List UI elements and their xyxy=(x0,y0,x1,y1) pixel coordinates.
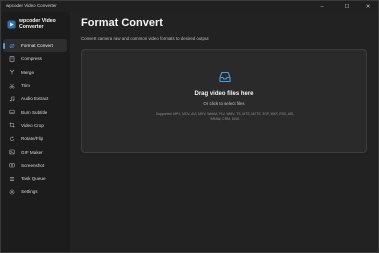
sidebar-item-label: Trim xyxy=(21,83,31,89)
file-dropzone[interactable]: Drag video files here Or click to select… xyxy=(81,49,367,153)
sidebar-item-video-crop[interactable]: Video Crop xyxy=(3,119,67,132)
format-convert-icon xyxy=(9,43,15,49)
upload-tray-icon xyxy=(219,71,231,83)
sidebar-item-label: Video Crop xyxy=(21,122,44,128)
merge-icon xyxy=(9,69,15,75)
sidebar-item-screenshot[interactable]: Screenshot xyxy=(3,159,67,172)
audio-extract-icon xyxy=(9,96,15,102)
sidebar-item-label: Merge xyxy=(21,69,35,75)
title-bar: wpcoder Video Converter – ☐ ✕ xyxy=(1,1,378,12)
sidebar-item-label: GIF Maker xyxy=(21,149,43,155)
sidebar-item-label: Format Convert xyxy=(21,43,53,49)
sidebar-item-label: Compress xyxy=(21,56,42,62)
sidebar-item-audio-extract[interactable]: Audio Extract xyxy=(3,92,67,105)
sidebar-item-label: Task Queue xyxy=(21,176,46,182)
sidebar-item-task-queue[interactable]: Task Queue xyxy=(3,172,67,185)
close-button[interactable]: ✕ xyxy=(357,1,379,12)
sidebar-item-label: Audio Extract xyxy=(21,96,49,102)
dropzone-title: Drag video files here xyxy=(194,91,254,97)
app-window: wpcoder Video Converter – ☐ ✕ wpcoder Vi… xyxy=(0,0,379,253)
sidebar: wpcoder Video Converter Format Convert C… xyxy=(1,12,70,252)
sidebar-item-burn-subtitle[interactable]: Burn Subtitle xyxy=(3,105,67,118)
trim-icon xyxy=(9,83,15,89)
minimize-button[interactable]: – xyxy=(311,1,333,12)
sidebar-item-format-convert[interactable]: Format Convert xyxy=(3,39,67,53)
sidebar-item-label: Screenshot xyxy=(21,162,45,168)
sidebar-item-label: Rotate/Flip xyxy=(21,136,44,142)
sidebar-item-rotate-flip[interactable]: Rotate/Flip xyxy=(3,132,67,145)
rotate-flip-icon xyxy=(9,136,15,142)
brand: wpcoder Video Converter xyxy=(5,17,69,35)
page-title: Format Convert xyxy=(81,17,163,29)
maximize-button[interactable]: ☐ xyxy=(336,1,358,12)
sidebar-item-label: Burn Subtitle xyxy=(21,109,48,115)
compress-icon xyxy=(9,56,15,62)
main-content: Format Convert Convert camera raw and co… xyxy=(70,12,378,252)
app-name: wpcoder Video Converter xyxy=(19,18,56,31)
sidebar-item-settings[interactable]: Settings xyxy=(3,185,67,198)
sidebar-item-trim[interactable]: Trim xyxy=(3,79,67,92)
window-title: wpcoder Video Converter xyxy=(6,3,57,8)
screenshot-icon xyxy=(9,162,15,168)
task-queue-icon xyxy=(9,176,15,182)
dropzone-subtitle: Or click to select files xyxy=(203,101,245,106)
sidebar-item-compress[interactable]: Compress xyxy=(3,52,67,65)
app-logo-icon xyxy=(7,20,16,29)
sidebar-nav: Format Convert Compress Merge Trim Audio… xyxy=(3,39,67,199)
settings-icon xyxy=(9,189,15,195)
supported-formats: Supported: MP4, MOV, AVI, MKV, WebM, FLV… xyxy=(155,112,295,121)
sidebar-item-merge[interactable]: Merge xyxy=(3,66,67,79)
burn-subtitle-icon xyxy=(9,109,15,115)
gif-maker-icon xyxy=(9,149,15,155)
sidebar-item-label: Settings xyxy=(21,189,38,195)
video-crop-icon xyxy=(9,122,15,128)
page-subtitle: Convert camera raw and common video form… xyxy=(81,36,209,41)
sidebar-item-gif-maker[interactable]: GIF Maker xyxy=(3,145,67,158)
